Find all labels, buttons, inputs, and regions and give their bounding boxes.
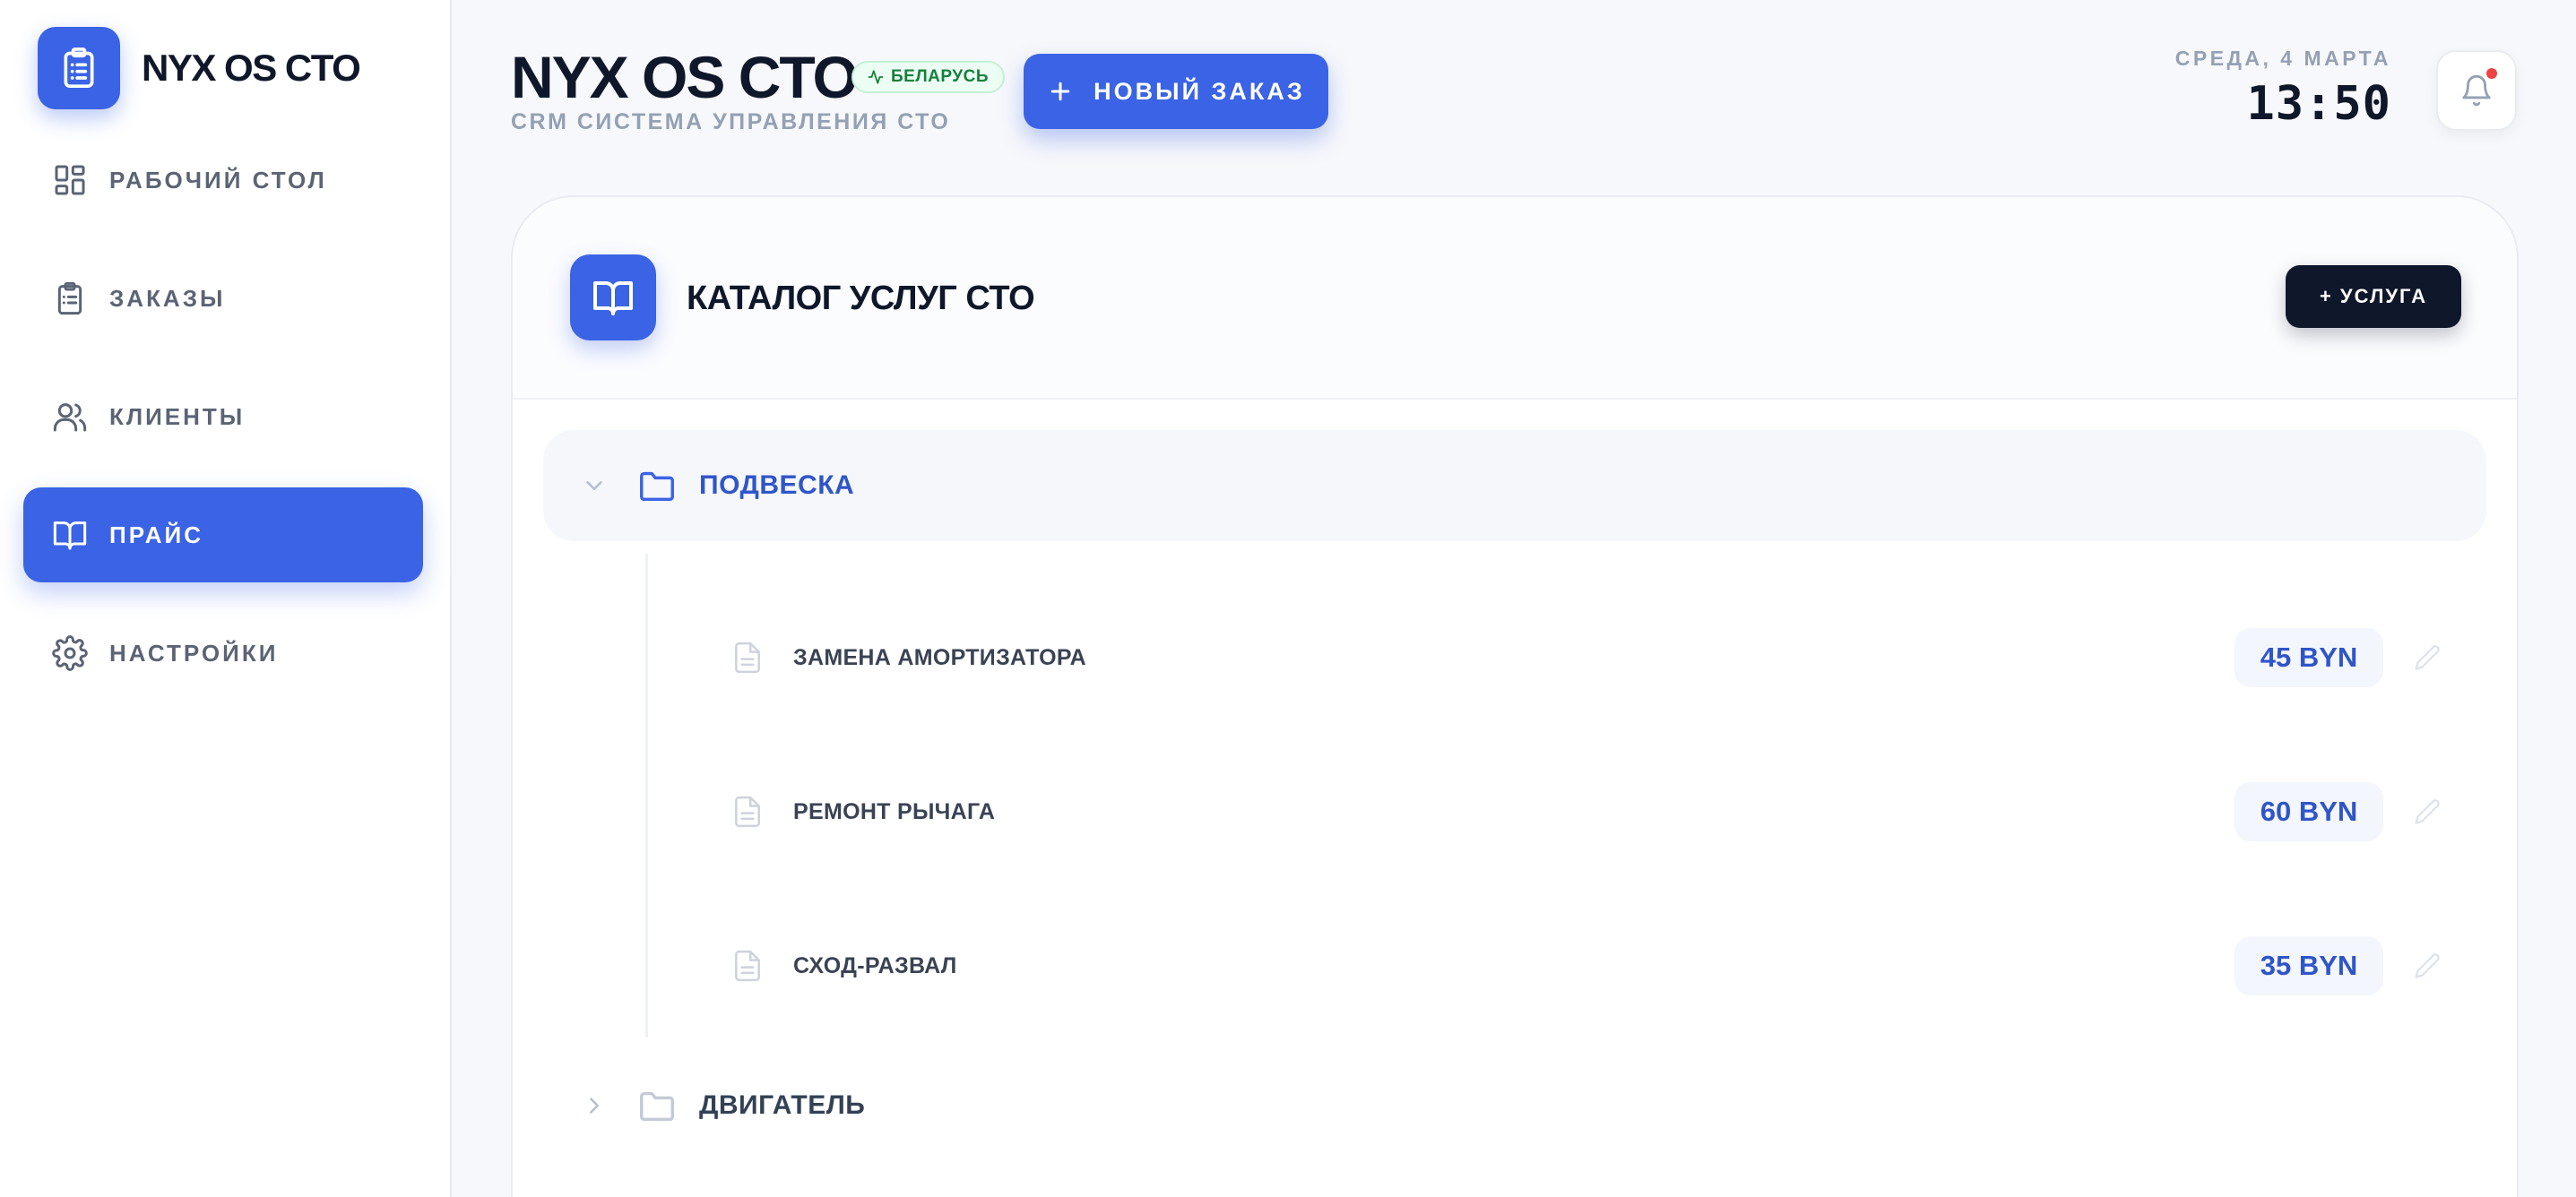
page-subtitle: CRM СИСТЕМА УПРАВЛЕНИЯ СТО (511, 109, 951, 134)
current-date: СРЕДА, 4 МАРТА (2174, 47, 2391, 70)
book-icon (53, 521, 87, 550)
service-row[interactable]: СХОД-РАЗВАЛ 35 BYN (648, 912, 2494, 1020)
service-price: 45 BYN (2235, 628, 2383, 687)
catalog-title: КАТАЛОГ УСЛУГ СТО (687, 280, 1035, 317)
sidebar-item-label: ЗАКАЗЫ (109, 284, 226, 312)
category-name: ПОДВЕСКА (699, 470, 855, 500)
sidebar: NYX OS CTO РАБОЧИЙ СТОЛ ЗАКАЗЫ КЛИЕНТЫ П… (0, 0, 452, 1197)
notifications-button[interactable] (2436, 50, 2517, 131)
sidebar-item-label: КЛИЕНТЫ (109, 402, 246, 430)
chevron-right-icon[interactable] (581, 1092, 608, 1119)
sidebar-item-label: НАСТРОЙКИ (109, 639, 279, 667)
category-name: ДВИГАТЕЛЬ (699, 1090, 866, 1120)
brand-name: NYX OS CTO (142, 47, 361, 89)
notification-dot (2485, 66, 2499, 81)
service-price: 35 BYN (2235, 936, 2383, 995)
folder-icon (640, 471, 674, 502)
sidebar-item-dashboard[interactable]: РАБОЧИЙ СТОЛ (23, 133, 423, 228)
pencil-icon[interactable] (2414, 798, 2441, 825)
document-icon (735, 642, 760, 674)
brand[interactable]: NYX OS CTO (38, 27, 361, 109)
sidebar-item-orders[interactable]: ЗАКАЗЫ (23, 251, 423, 346)
page-title: NYX OS CTO (511, 44, 859, 110)
category-row[interactable]: ПОДВЕСКА (543, 430, 2486, 541)
catalog-header: КАТАЛОГ УСЛУГ СТО + УСЛУГА (513, 197, 2517, 400)
add-service-button[interactable]: + УСЛУГА (2286, 265, 2461, 328)
sidebar-item-settings[interactable]: НАСТРОЙКИ (23, 606, 423, 701)
region-badge: БЕЛАРУСЬ (851, 61, 1006, 93)
gear-icon (52, 635, 88, 671)
plus-icon (1050, 82, 1070, 101)
sidebar-item-clients[interactable]: КЛИЕНТЫ (23, 369, 423, 464)
sidebar-item-label: РАБОЧИЙ СТОЛ (109, 166, 327, 194)
dashboard-icon (55, 165, 85, 195)
folder-icon (640, 1091, 674, 1122)
users-icon (53, 403, 87, 432)
category-row[interactable]: ДВИГАТЕЛЬ (543, 1050, 2486, 1161)
clipboard-icon (57, 281, 82, 315)
activity-icon (868, 70, 884, 84)
service-row[interactable]: ЗАМЕНА АМОРТИЗАТОРА 45 BYN (648, 604, 2494, 711)
clipboard-logo-icon (38, 27, 120, 109)
service-list: ЗАМЕНА АМОРТИЗАТОРА 45 BYN РЕМОНТ РЫЧАГА… (645, 554, 2492, 1038)
region-label: БЕЛАРУСЬ (891, 67, 990, 86)
new-order-label: НОВЫЙ ЗАКАЗ (1094, 77, 1305, 105)
catalog-card: КАТАЛОГ УСЛУГ СТО + УСЛУГА ПОДВЕСКА ЗАМЕ… (511, 195, 2519, 1197)
sidebar-item-price[interactable]: ПРАЙС (23, 487, 423, 582)
pencil-icon[interactable] (2414, 952, 2441, 979)
chevron-down-icon[interactable] (581, 472, 608, 499)
new-order-button[interactable]: НОВЫЙ ЗАКАЗ (1024, 54, 1328, 129)
service-row[interactable]: РЕМОНТ РЫЧАГА 60 BYN (648, 758, 2494, 865)
document-icon (735, 796, 760, 828)
document-icon (735, 950, 760, 982)
service-name: РЕМОНТ РЫЧАГА (793, 798, 996, 824)
pencil-icon[interactable] (2414, 644, 2441, 671)
book-icon (570, 254, 656, 340)
current-time: 13:50 (2246, 77, 2391, 131)
sidebar-item-label: ПРАЙС (109, 521, 203, 548)
service-price: 60 BYN (2235, 782, 2383, 841)
service-name: ЗАМЕНА АМОРТИЗАТОРА (793, 644, 1086, 670)
service-name: СХОД-РАЗВАЛ (793, 952, 957, 978)
sidebar-nav: РАБОЧИЙ СТОЛ ЗАКАЗЫ КЛИЕНТЫ ПРАЙС НАСТРО… (23, 133, 423, 724)
